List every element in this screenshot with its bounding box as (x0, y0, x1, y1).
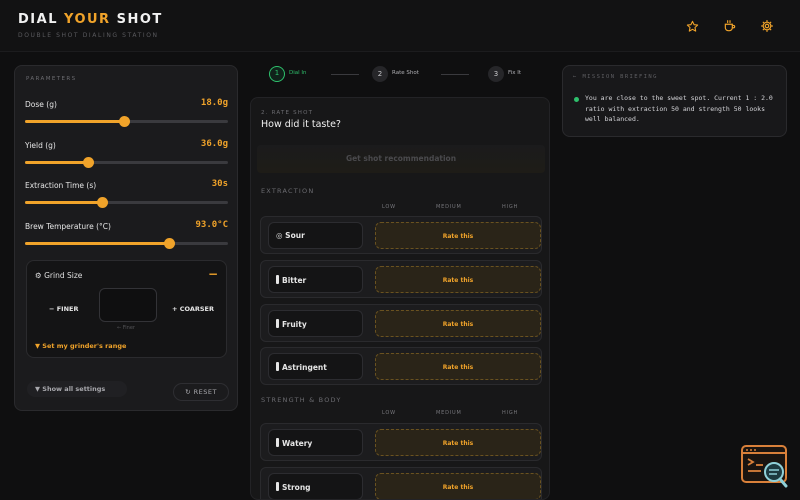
brew-temperature-fill (25, 242, 170, 245)
rate-bitter-button[interactable]: Rate this (375, 266, 541, 293)
dose-track[interactable] (25, 116, 228, 127)
column-low: LOW (382, 410, 396, 416)
status-dot (574, 97, 579, 102)
grind-size-title: ⚙ Grind Size (35, 271, 83, 280)
bar-icon (276, 319, 279, 328)
taste-label-fruity: Fruity (268, 310, 363, 337)
rate-shot-panel: 2. RATE SHOT How did it taste? Get shot … (250, 97, 550, 500)
column-high: HIGH (502, 204, 519, 210)
dose-value: 18.0g (200, 98, 228, 108)
yield-fill (25, 161, 88, 164)
rate-watery-button[interactable]: Rate this (375, 429, 541, 456)
brew-temperature-track[interactable] (25, 238, 228, 249)
app-logo: DIAL YOUR SHOT (18, 12, 163, 27)
taste-label-watery: Watery (268, 429, 363, 456)
yield-value: 36.0g (200, 139, 228, 149)
app-tagline: DOUBLE SHOT DIALING STATION (18, 32, 159, 39)
mission-briefing-title: ← MISSION BRIEFING (573, 74, 658, 80)
step-3-circle[interactable]: 3 (488, 66, 504, 82)
grind-size-input[interactable] (99, 288, 157, 322)
triangle-down-icon: ▼ (35, 385, 40, 393)
column-low: LOW (382, 204, 396, 210)
dose-label: Dose (g) (25, 100, 57, 109)
taste-label-sour: ◎ Sour (268, 222, 363, 249)
app-header: DIAL YOUR SHOT DOUBLE SHOT DIALING STATI… (0, 0, 800, 52)
terminal-search-icon[interactable] (741, 444, 791, 488)
taste-row-sour: ◎ Sour Rate this (260, 216, 542, 254)
brew-temperature-slider[interactable]: Brew Temperature (°C) 93.0°C (25, 220, 228, 249)
star-icon[interactable] (682, 16, 702, 36)
taste-row-watery: Watery Rate this (260, 423, 542, 461)
extraction-time-label: Extraction Time (s) (25, 181, 97, 190)
extraction-time-handle[interactable] (97, 197, 109, 208)
coffee-cup-icon[interactable] (720, 16, 740, 36)
bar-icon (276, 482, 279, 491)
extraction-time-slider[interactable]: Extraction Time (s) 30s (25, 179, 228, 208)
mission-briefing-text: You are close to the sweet spot. Current… (585, 94, 773, 123)
column-high: HIGH (502, 410, 519, 416)
rate-fruity-button[interactable]: Rate this (375, 310, 541, 337)
column-medium: MEDIUM (436, 410, 462, 416)
step-2-label[interactable]: Rate Shot (392, 70, 419, 76)
bar-icon (276, 362, 279, 371)
dose-fill (25, 120, 125, 123)
reset-button[interactable]: ↻ RESET (173, 383, 229, 401)
yield-track[interactable] (25, 157, 228, 168)
taste-row-fruity: Fruity Rate this (260, 304, 542, 342)
rate-sour-button[interactable]: Rate this (375, 222, 541, 249)
arrow-left-icon: ← (573, 74, 578, 80)
step-1-label[interactable]: Dial In (289, 70, 307, 76)
extraction-time-track[interactable] (25, 197, 228, 208)
extraction-group-title: EXTRACTION (261, 187, 315, 195)
yield-slider[interactable]: Yield (g) 36.0g (25, 139, 228, 168)
rate-shot-title: How did it taste? (261, 119, 341, 130)
taste-label-strong: Strong (268, 473, 363, 499)
taste-label-astringent: Astringent (268, 353, 363, 380)
step-1-circle[interactable]: 1 (269, 66, 285, 82)
triangle-down-icon: ▼ (35, 342, 40, 350)
grinder-range-link[interactable]: ▼ Set my grinder's range (35, 342, 126, 350)
parameters-title: PARAMETERS (26, 76, 77, 82)
taste-row-bitter: Bitter Rate this (260, 260, 542, 298)
taste-row-strong: Strong Rate this (260, 467, 542, 499)
parameters-panel: PARAMETERS Dose (g) 18.0g Yield (g) 36.0… (14, 65, 238, 411)
grind-hint: ← Finer (117, 325, 135, 331)
extraction-time-value: 30s (211, 179, 228, 189)
strength-body-group-title: STRENGTH & BODY (261, 396, 342, 404)
rate-astringent-button[interactable]: Rate this (375, 353, 541, 380)
gear-icon[interactable] (757, 16, 777, 36)
dose-slider[interactable]: Dose (g) 18.0g (25, 98, 228, 127)
brew-temperature-value: 93.0°C (195, 220, 228, 230)
grind-collapse-button[interactable]: − (208, 267, 218, 281)
coarser-button[interactable]: + COARSER (172, 305, 214, 313)
extraction-time-fill (25, 201, 103, 204)
bar-icon (276, 275, 279, 284)
rate-strong-button[interactable]: Rate this (375, 473, 541, 499)
bar-icon (276, 438, 279, 447)
plus-icon: + (172, 305, 178, 313)
get-recommendation-button[interactable]: Get shot recommendation (257, 145, 545, 173)
target-icon: ◎ (276, 231, 283, 240)
step-connector (331, 74, 359, 75)
yield-handle[interactable] (82, 157, 94, 168)
taste-label-bitter: Bitter (268, 266, 363, 293)
grind-gear-icon: ⚙ (35, 271, 42, 280)
mission-briefing-panel: ← MISSION BRIEFING You are close to the … (562, 65, 787, 137)
column-medium: MEDIUM (436, 204, 462, 210)
taste-row-astringent: Astringent Rate this (260, 347, 542, 385)
rate-shot-subtitle: 2. RATE SHOT (261, 110, 314, 116)
yield-label: Yield (g) (25, 141, 56, 150)
brew-temperature-handle[interactable] (164, 238, 176, 249)
step-3-label[interactable]: Fix It (508, 70, 521, 76)
finer-button[interactable]: − FINER (49, 305, 78, 313)
show-all-settings-button[interactable]: ▼ Show all settings (27, 381, 127, 397)
reset-icon: ↻ (185, 388, 192, 396)
step-2-circle[interactable]: 2 (372, 66, 388, 82)
step-connector (441, 74, 469, 75)
minus-icon: − (49, 305, 55, 313)
dose-handle[interactable] (119, 116, 131, 127)
grind-size-card: ⚙ Grind Size − − FINER + COARSER ← Finer… (26, 260, 227, 358)
